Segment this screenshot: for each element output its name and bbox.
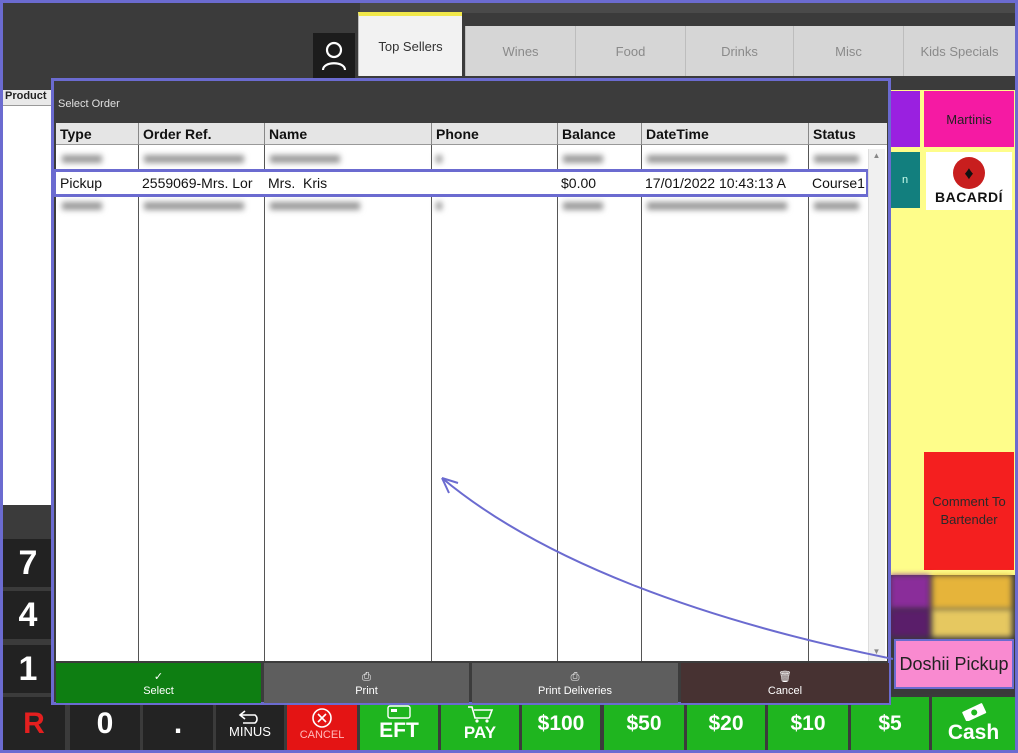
annotation-arrow: [441, 477, 894, 660]
